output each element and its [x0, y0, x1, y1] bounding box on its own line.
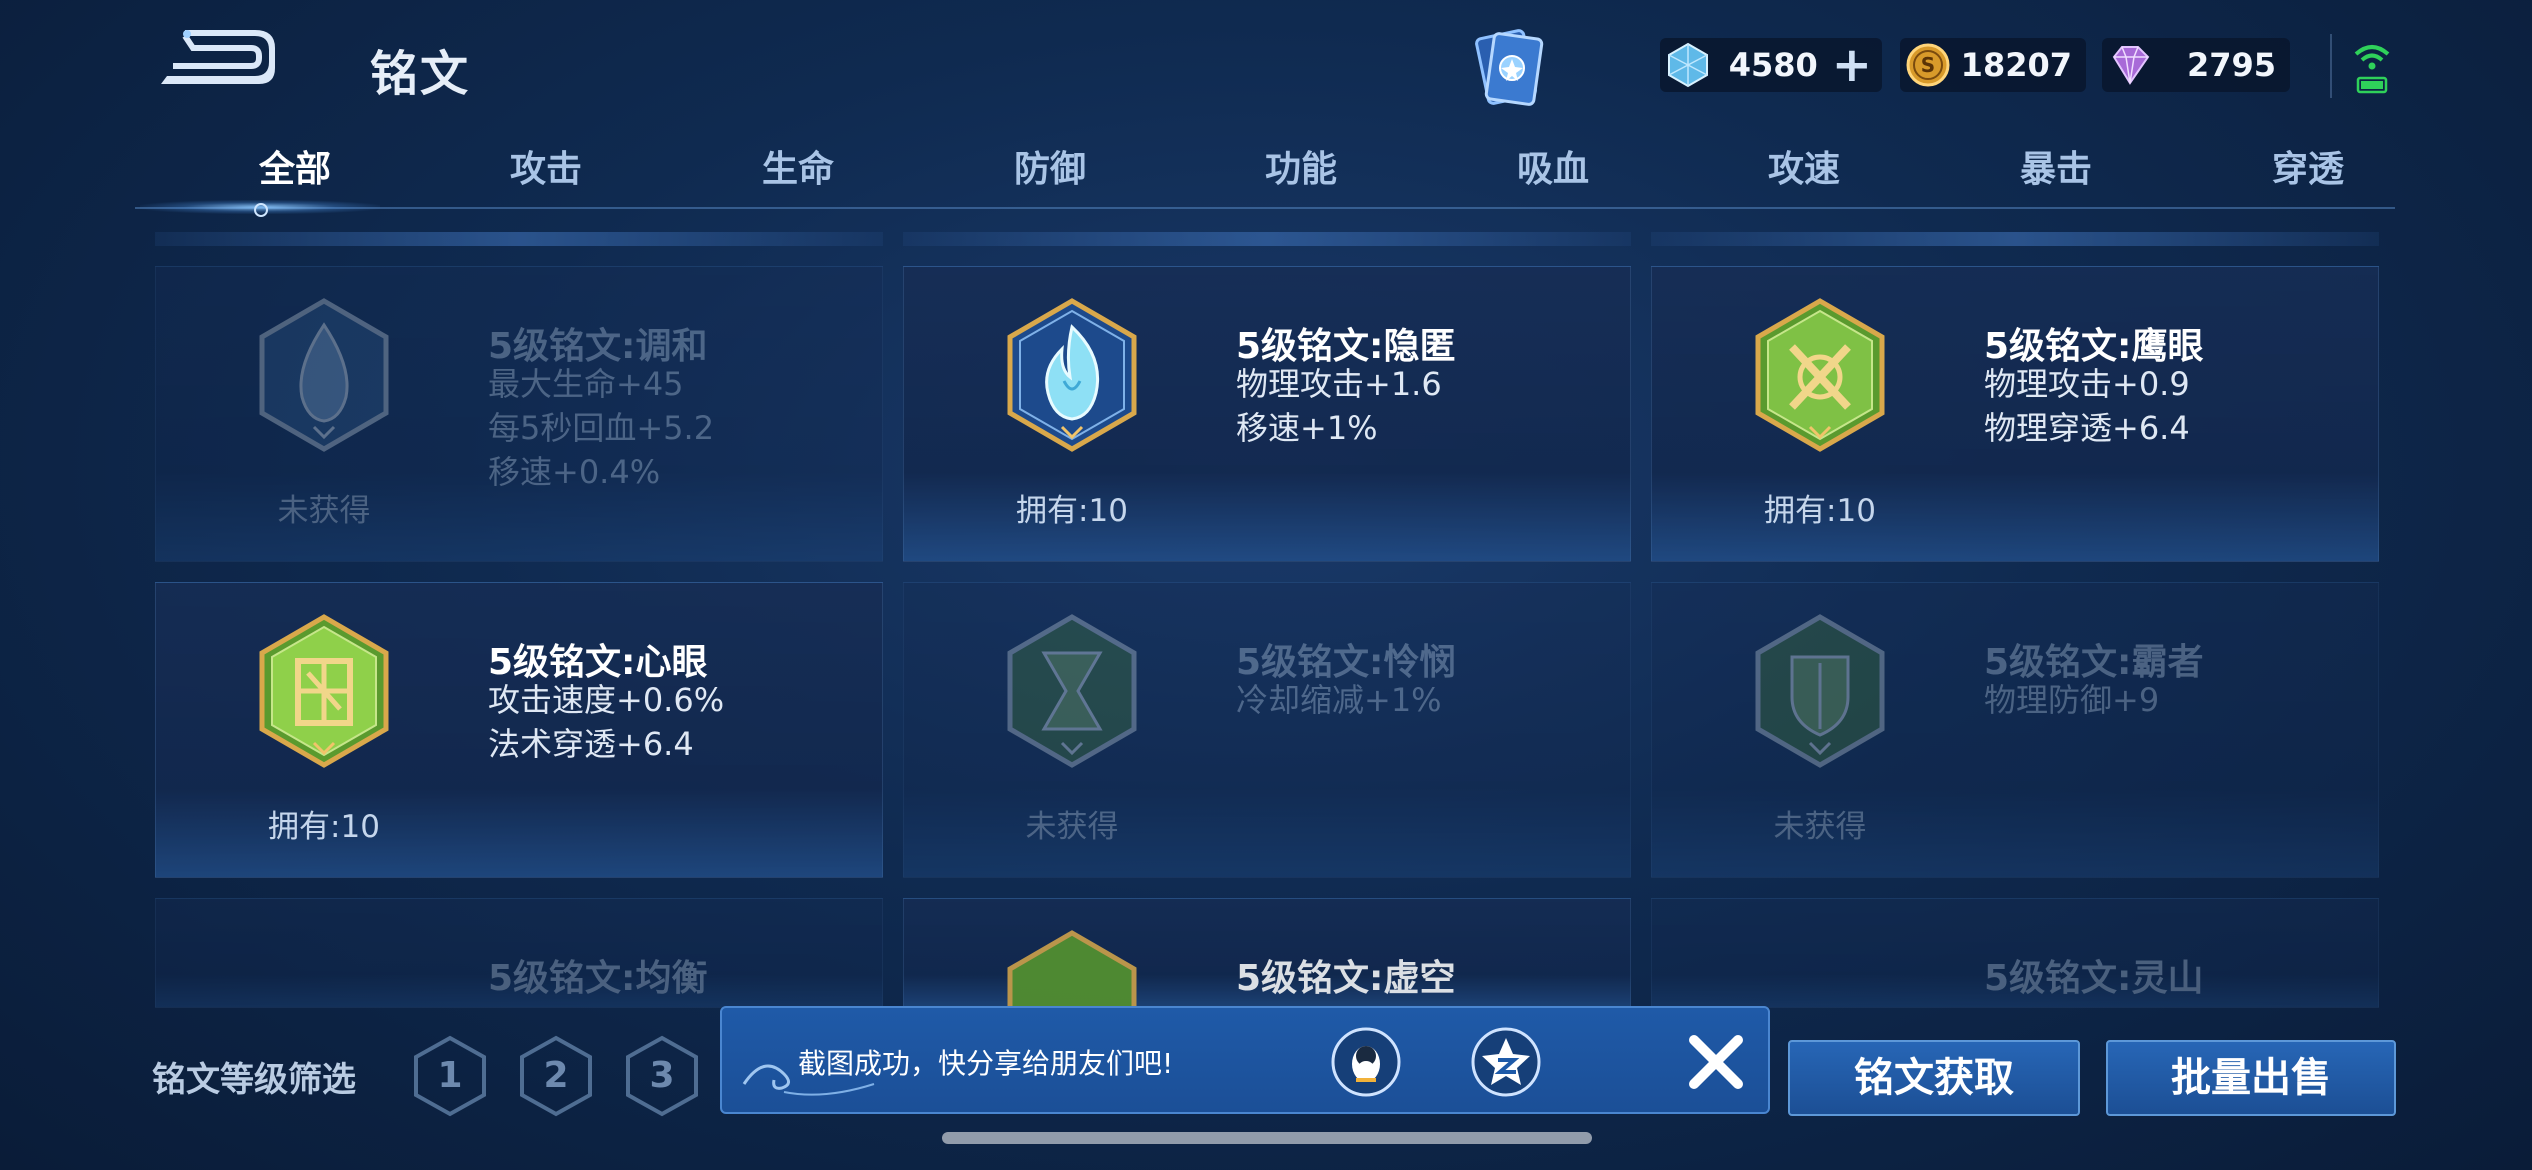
- void-emblem-icon: [1007, 930, 1137, 1009]
- share-qq-button[interactable]: [1330, 1026, 1402, 1098]
- scrolled-card-edge: [155, 232, 883, 246]
- crossed-swords-emblem-icon: [1755, 298, 1885, 452]
- screenshot-share-toast: 截图成功，快分享给朋友们吧!: [720, 1006, 1770, 1114]
- level-filter-label: 铭文等级筛选: [152, 1060, 356, 1100]
- owned-count: 拥有:10: [1764, 493, 1876, 529]
- add-crystal-button[interactable]: +: [1832, 41, 1872, 89]
- inscription-card[interactable]: 5级铭文:怜悯 冷却缩减+1% 未获得: [903, 582, 1631, 878]
- tab-underline: [135, 207, 2395, 209]
- level-filter-3[interactable]: 3: [624, 1035, 700, 1117]
- share-qzone-button[interactable]: [1470, 1026, 1542, 1098]
- svg-text:S: S: [1921, 53, 1935, 77]
- level-filter-2[interactable]: 2: [518, 1035, 594, 1117]
- hourglass-emblem-icon: [1007, 614, 1137, 768]
- inscription-card[interactable]: 5级铭文:虚空: [903, 898, 1631, 1009]
- tab-penetration[interactable]: 穿透: [2208, 140, 2408, 192]
- inscription-card[interactable]: 5级铭文:鹰眼 物理攻击+0.9 物理穿透+6.4 拥有:10: [1651, 266, 2379, 562]
- owned-count: 未获得: [277, 493, 371, 529]
- tab-utility[interactable]: 功能: [1201, 140, 1401, 192]
- scrolled-card-edge: [1651, 232, 2379, 246]
- flame-emblem-icon: [1007, 298, 1137, 452]
- inscription-stat: 物理攻击+1.6: [1236, 365, 1442, 403]
- inscription-stat: 物理攻击+0.9: [1984, 365, 2190, 403]
- gem-value: 2795: [2186, 46, 2276, 84]
- page-title: 铭文: [370, 46, 471, 102]
- inscription-stat: 移速+1%: [1236, 409, 1378, 447]
- qq-penguin-icon: [1331, 1027, 1401, 1097]
- active-tab-dot: [254, 203, 268, 217]
- crystal-value: 4580: [1728, 46, 1818, 84]
- inscription-card[interactable]: 5级铭文:霸者 物理防御+9 未获得: [1651, 582, 2379, 878]
- header-divider: [2330, 34, 2332, 98]
- back-button[interactable]: [155, 28, 275, 98]
- crystal-currency: 4580 +: [1660, 38, 1882, 92]
- rune-emblem-icon: [259, 614, 389, 768]
- inscription-stat: 每5秒回血+5.2: [488, 409, 715, 447]
- purple-gem-icon: [2112, 46, 2150, 85]
- teardrop-emblem-icon: [259, 298, 389, 452]
- gem-currency: 2795: [2102, 38, 2290, 92]
- inscription-stat: 冷却缩减+1%: [1236, 681, 1442, 719]
- owned-count: 拥有:10: [1016, 493, 1128, 529]
- tab-attack[interactable]: 攻击: [446, 140, 646, 192]
- gold-value: 18207: [1960, 46, 2072, 84]
- acquire-inscription-button[interactable]: 铭文获取: [1788, 1040, 2080, 1116]
- inscription-stat: 物理穿透+6.4: [1984, 409, 2190, 447]
- close-icon: [1689, 1035, 1743, 1089]
- inscription-stat: 法术穿透+6.4: [488, 725, 694, 763]
- owned-count: 未获得: [1773, 809, 1867, 845]
- toast-message: 截图成功，快分享给朋友们吧!: [798, 1047, 1174, 1080]
- inscription-card[interactable]: 5级铭文:隐匿 物理攻击+1.6 移速+1% 拥有:10: [903, 266, 1631, 562]
- back-arrow-icon: [161, 30, 275, 84]
- home-indicator[interactable]: [942, 1132, 1592, 1144]
- inscription-stat: 攻击速度+0.6%: [488, 681, 725, 719]
- level-filter-1[interactable]: 1: [412, 1035, 488, 1117]
- shield-emblem-icon: [1755, 614, 1885, 768]
- gold-coin-icon: S: [1906, 43, 1950, 87]
- inscription-name: 5级铭文:均衡: [488, 958, 708, 999]
- inscription-card[interactable]: 5级铭文:均衡: [155, 898, 883, 1008]
- tab-lifesteal[interactable]: 吸血: [1453, 140, 1653, 192]
- inscription-name: 5级铭文:虚空: [1236, 958, 1456, 999]
- tab-attack-speed[interactable]: 攻速: [1704, 140, 1904, 192]
- inscription-card[interactable]: 5级铭文:灵山: [1651, 898, 2379, 1008]
- bulk-sell-button[interactable]: 批量出售: [2106, 1040, 2396, 1116]
- inscription-name: 5级铭文:灵山: [1984, 958, 2204, 999]
- inscription-card[interactable]: 5级铭文:调和 最大生命+45 每5秒回血+5.2 移速+0.4% 未获得: [155, 266, 883, 562]
- tab-health[interactable]: 生命: [698, 140, 898, 192]
- inscription-stat: 物理防御+9: [1984, 681, 2160, 719]
- crystal-icon: [1668, 42, 1708, 88]
- tab-defense[interactable]: 防御: [950, 140, 1150, 192]
- tab-critical[interactable]: 暴击: [1956, 140, 2156, 192]
- close-toast-button[interactable]: [1682, 1028, 1750, 1096]
- inscription-deck-icon[interactable]: [1460, 26, 1550, 112]
- inscription-card[interactable]: 5级铭文:心眼 攻击速度+0.6% 法术穿透+6.4 拥有:10: [155, 582, 883, 878]
- tab-all[interactable]: 全部: [195, 140, 395, 192]
- owned-count: 拥有:10: [268, 809, 380, 845]
- scrolled-card-edge: [903, 232, 1631, 246]
- owned-count: 未获得: [1025, 809, 1119, 845]
- inscription-stat: 最大生命+45: [488, 365, 684, 403]
- inscription-stat: 移速+0.4%: [488, 453, 661, 491]
- gold-currency: S 18207: [1900, 38, 2086, 92]
- qzone-star-icon: [1471, 1027, 1541, 1097]
- wifi-signal-icon: [2352, 40, 2392, 98]
